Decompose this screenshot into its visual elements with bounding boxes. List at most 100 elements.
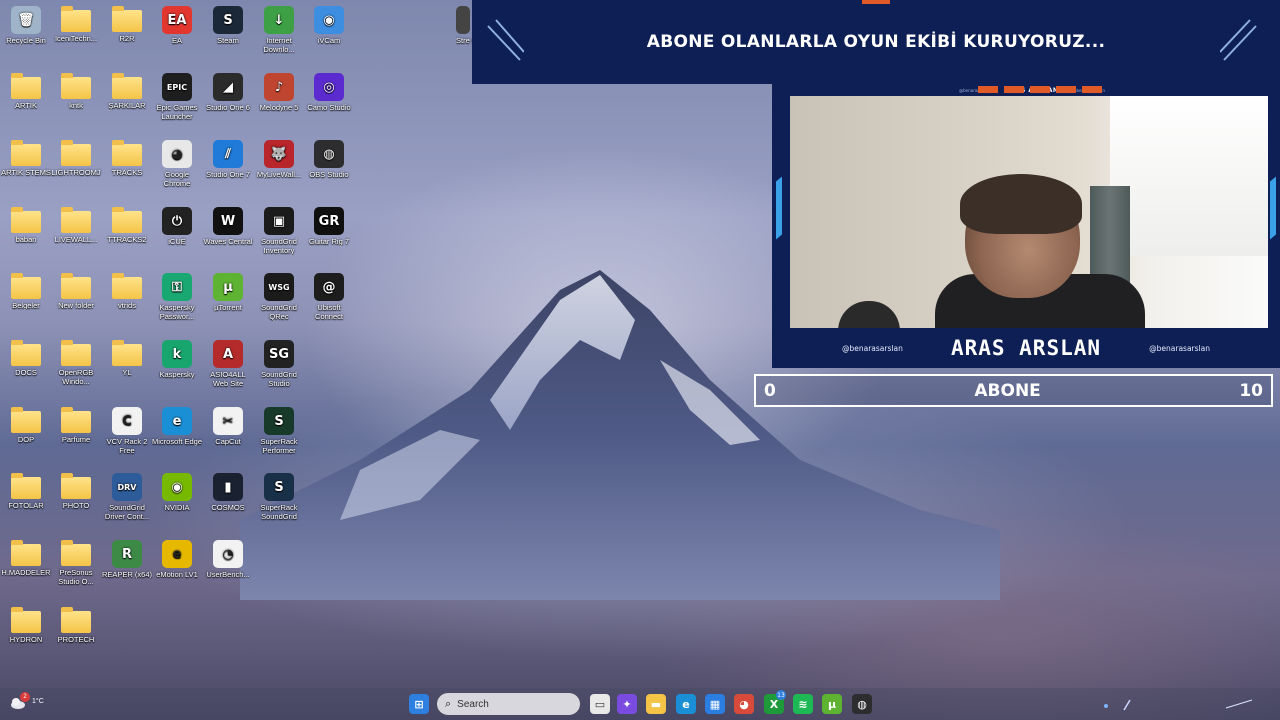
desktop-icon[interactable]: @ Ubisoft Connect [303,269,355,321]
desktop-icon[interactable]: ▮ COSMOS [202,469,254,512]
folder-icon [61,607,91,633]
desktop-icon-label: Studio One 6 [206,103,250,112]
banner-top-accent [862,0,890,4]
desktop-icon[interactable]: ARTIK STEMS [0,136,52,177]
desktop-icon[interactable]: R REAPER (x64) [101,536,153,579]
weather-widget[interactable]: 2 1°C [10,692,60,714]
desktop-icon[interactable]: LIVEWALL... [50,203,102,244]
desktop-icon[interactable]: EPIC Epic Games Launcher [151,69,203,121]
desktop-icon[interactable]: DRV SoundGrid Driver Cont... [101,469,153,521]
desktop-icon[interactable]: vtrids [101,269,153,310]
desktop-icon[interactable]: SG SoundGrid Studio [253,336,305,388]
folder-icon [11,540,41,566]
desktop-icon-label: vtrids [118,301,136,310]
tray-decoration-icon [1225,699,1253,709]
desktop-icon[interactable]: ✂ CapCut [202,403,254,446]
desktop-icon[interactable]: ◍ OBS Studio [303,136,355,179]
desktop-icon[interactable]: ARTIK [0,69,52,110]
desktop-icon[interactable]: R2R [101,2,153,43]
desktop-icon[interactable]: ŞARKILAR [101,69,153,110]
taskbar-app-button[interactable]: ▬ [646,694,666,714]
desktop-icon[interactable]: µ µTorrent [202,269,254,312]
desktop-icon[interactable]: ◉ NVIDIA [151,469,203,512]
taskbar-app-button[interactable]: ▦ [705,694,725,714]
desktop-icon[interactable]: C VCV Rack 2 Free [101,403,153,455]
taskbar-app-button[interactable]: ◕ [734,694,754,714]
desktop-icon[interactable]: ⏻ iCUE [151,203,203,246]
desktop-icon[interactable]: LIGHTROOMJ [50,136,102,177]
desktop-icon[interactable]: S SuperRack SoundGrid [253,469,305,521]
guitar-rig-icon: GR [314,207,344,235]
desktop-icon[interactable]: e eMotion LV1 [151,536,203,579]
desktop-icon[interactable]: ▣ SoundGrid Inventory [253,203,305,255]
taskbar-app-button[interactable]: ▭ [590,694,610,714]
desktop-icon-label: PHOTO [62,501,90,510]
desktop-icon[interactable]: A ASIO4ALL Web Site [202,336,254,388]
desktop-icon[interactable]: W Waves Central [202,203,254,246]
desktop-icon[interactable]: OpenRGB Windo... [50,336,102,386]
desktop-icon[interactable]: FOTOLAR [0,469,52,510]
desktop-icon[interactable]: ⚿ Kaspersky Passwor... [151,269,203,321]
taskbar-app-button[interactable]: X 13 [764,690,786,714]
folder-icon [61,407,91,433]
desktop-icon[interactable]: DOP [0,403,52,444]
desktop-icon[interactable]: PROTECH [50,603,102,644]
spotify-icon: ≋ [793,694,813,714]
desktop-icon[interactable]: baban [0,203,52,244]
obs-icon: ◍ [314,140,344,168]
desktop-icon[interactable]: DOCS [0,336,52,377]
melodyne-icon: ♪ [264,73,294,101]
taskbar-app-button[interactable]: µ [822,694,842,714]
desktop-icon[interactable]: e Microsoft Edge [151,403,203,446]
desktop-icon-label: H.MADDELER [1,568,51,577]
desktop-icon[interactable]: k Kaspersky [151,336,203,379]
desktop-icon[interactable]: H.MADDELER [0,536,52,577]
desktop-icon[interactable]: PreSonus Studio O... [50,536,102,586]
cam-side-stripe [776,176,782,240]
taskbar-search-box[interactable]: ⌕ Search [437,693,580,715]
edge-icon: e [162,407,192,435]
desktop-icon[interactable]: New folder [50,269,102,310]
desktop-icon[interactable]: 🗑 Recycle Bin [0,2,52,45]
desktop-icon[interactable]: TRACKS [101,136,153,177]
desktop-icon-label: TTRACKS2 [107,235,147,244]
desktop-icon[interactable]: YL [101,336,153,377]
desktop-icon[interactable]: S SuperRack Performer [253,403,305,455]
search-placeholder: Search [457,698,489,710]
desktop-icon-label: SoundGrid Studio [261,370,297,388]
desktop-icon[interactable]: ◕ Google Chrome [151,136,203,188]
desktop-icon[interactable]: IceniTechn... [50,2,102,43]
folder-icon [112,6,142,32]
taskbar-app-button[interactable]: ◍ [852,694,872,714]
taskbar-app-button[interactable]: ⊞ [409,694,429,714]
desktop-icon[interactable]: PHOTO [50,469,102,510]
desktop-icon[interactable]: Parfume [50,403,102,444]
desktop-icon[interactable]: ◔ UserBench... [202,536,254,579]
folder-icon [11,73,41,99]
taskbar-app-button[interactable]: ✦ [617,694,637,714]
folder-icon [11,140,41,166]
desktop-icon[interactable]: GR Guitar Rig 7 [303,203,355,246]
desktop-icon[interactable]: HYDRON [0,603,52,644]
desktop-icon[interactable]: WSG SoundGrid QRec [253,269,305,321]
desktop-icon[interactable]: 🐺 MyLiveWall... [253,136,305,179]
desktop-icon[interactable]: ◉ iVCam [303,2,355,45]
desktop-icon-label: LIVEWALL... [54,235,98,244]
desktop-icon[interactable]: ◢ Studio One 6 [202,69,254,112]
desktop-icon[interactable]: ↓ Internet Downlo... [253,2,305,54]
desktop-icon[interactable]: S Steam [202,2,254,45]
desktop-icon[interactable]: ♪ Melodyne 5 [253,69,305,112]
desktop-icon-label: New folder [58,301,94,310]
desktop-icon[interactable]: EA EA [151,2,203,45]
desktop-icon-label: R2R [119,34,135,43]
desktop-icon[interactable]: Belgeler [0,269,52,310]
desktop-icon[interactable]: TTRACKS2 [101,203,153,244]
taskbar-app-button[interactable]: e [676,694,696,714]
stream-title-banner: ABONE OLANLARLA OYUN EKİBİ KURUYORUZ... [472,0,1280,84]
desktop-icon[interactable]: kntk [50,69,102,110]
taskbar-app-button[interactable]: ≋ [793,694,813,714]
desktop-icon-label: SoundGrid QRec [261,303,297,321]
desktop-icon[interactable]: ⫽ Studio One 7 [202,136,254,179]
file-explorer-icon: ▬ [646,694,666,714]
desktop-icon[interactable]: ◎ Camo Studio [303,69,355,112]
